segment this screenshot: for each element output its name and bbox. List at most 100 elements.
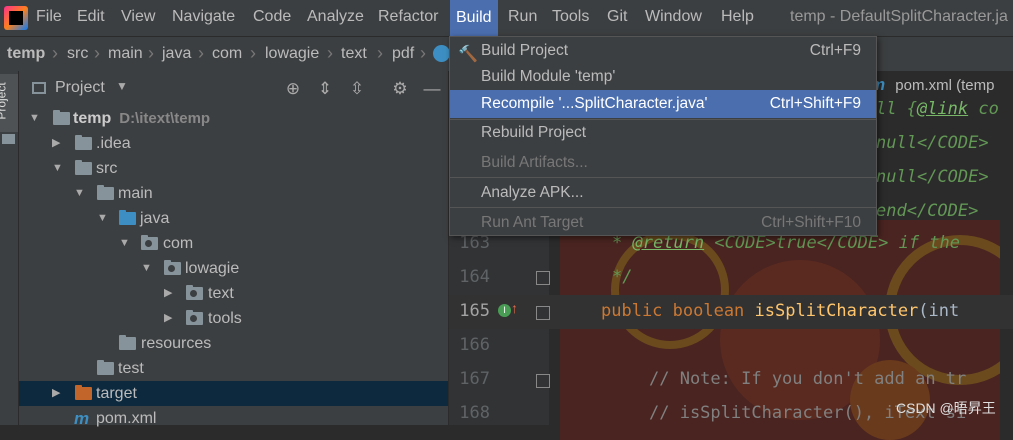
chevron-right-icon[interactable]: ▶ xyxy=(52,381,64,406)
editor-tab-pom[interactable]: m pom.xml (temp xyxy=(870,75,1013,101)
breadcrumb-com[interactable]: com xyxy=(212,45,242,63)
breadcrumb-main[interactable]: main xyxy=(108,45,143,63)
menu-separator xyxy=(450,177,876,178)
code-line-doc: null</CODE> xyxy=(876,133,989,153)
tree-row-main[interactable]: ▼ main xyxy=(19,181,448,206)
menu-item-label: Build Project xyxy=(481,42,569,59)
chevron-down-icon[interactable]: ▼ xyxy=(116,79,128,93)
menu-build[interactable]: Build xyxy=(450,0,498,36)
chevron-right-icon: › xyxy=(377,43,383,63)
line-number: 164 xyxy=(459,267,490,287)
chevron-down-icon[interactable]: ▼ xyxy=(52,156,64,181)
tree-row-test[interactable]: test xyxy=(19,356,448,381)
menu-git[interactable]: Git xyxy=(607,8,627,26)
breadcrumb-pdf[interactable]: pdf xyxy=(392,45,414,63)
locate-icon[interactable]: ⊕ xyxy=(283,79,303,99)
resources-folder-icon xyxy=(119,335,136,350)
code-line-doc: null</CODE> xyxy=(876,167,989,187)
menu-item-build-module[interactable]: Build Module 'temp' xyxy=(450,63,876,91)
folder-icon xyxy=(75,135,92,150)
package-icon xyxy=(141,235,158,250)
tree-label: temp D:\itext\temp xyxy=(73,106,210,131)
breadcrumb-src[interactable]: src xyxy=(67,45,88,63)
tree-row-resources[interactable]: resources xyxy=(19,331,448,356)
breadcrumb-lowagie[interactable]: lowagie xyxy=(265,45,319,63)
folder-icon xyxy=(75,160,92,175)
tree-row-src[interactable]: ▼ src xyxy=(19,156,448,181)
chevron-right-icon[interactable]: ▶ xyxy=(164,281,176,306)
minimize-icon[interactable]: — xyxy=(422,79,442,99)
breadcrumb-java[interactable]: java xyxy=(162,45,191,63)
menu-item-recompile[interactable]: Recompile '...SplitCharacter.java' Ctrl+… xyxy=(450,90,876,118)
package-dot xyxy=(190,290,197,297)
tree-row-temp[interactable]: ▼ temp D:\itext\temp xyxy=(19,106,448,131)
collapse-all-icon[interactable]: ⇳ xyxy=(347,79,367,99)
chevron-down-icon[interactable]: ▼ xyxy=(29,106,41,131)
tree-label: src xyxy=(96,160,118,177)
folder-icon xyxy=(97,185,114,200)
menu-navigate[interactable]: Navigate xyxy=(172,8,235,26)
class-icon xyxy=(433,45,450,62)
chevron-down-icon[interactable]: ▼ xyxy=(141,256,153,281)
breadcrumb-text[interactable]: text xyxy=(341,45,367,63)
chevron-down-icon[interactable]: ▼ xyxy=(119,231,131,256)
tree-row-target[interactable]: ▶ target xyxy=(19,381,448,406)
menu-item-label: Recompile '...SplitCharacter.java' xyxy=(481,95,708,112)
tree-label: .idea xyxy=(96,135,131,152)
code-token: @link xyxy=(916,99,969,119)
code-token: co xyxy=(968,99,999,119)
tree-path: D:\itext\temp xyxy=(119,110,211,127)
tree-row-lowagie[interactable]: ▼ lowagie xyxy=(19,256,448,281)
tree-label: tools xyxy=(208,310,242,327)
tree-label: lowagie xyxy=(185,260,240,277)
menu-file[interactable]: File xyxy=(36,8,62,26)
menu-item-build-project[interactable]: 🔨 Build Project Ctrl+F9 xyxy=(450,37,876,65)
menu-help[interactable]: Help xyxy=(721,8,754,26)
menu-window[interactable]: Window xyxy=(645,8,702,26)
menu-item-analyze-apk[interactable]: Analyze APK... xyxy=(450,179,876,207)
breadcrumb-temp[interactable]: temp xyxy=(7,45,45,63)
gear-icon[interactable]: ⚙ xyxy=(390,79,410,99)
menu-code[interactable]: Code xyxy=(253,8,291,26)
tree-label: target xyxy=(96,385,137,402)
menu-item-shortcut: Ctrl+Shift+F10 xyxy=(761,214,861,231)
arrow-up-icon: ↑ xyxy=(511,300,518,316)
tree-row-idea[interactable]: ▶ .idea xyxy=(19,131,448,156)
menu-item-shortcut: Ctrl+F9 xyxy=(809,42,861,59)
menu-item-label: Build Artifacts... xyxy=(481,154,588,171)
tree-row-com[interactable]: ▼ com xyxy=(19,231,448,256)
tree-label: text xyxy=(208,285,234,302)
chevron-right-icon[interactable]: ▶ xyxy=(52,131,64,156)
menu-item-rebuild-project[interactable]: Rebuild Project xyxy=(450,119,876,147)
project-panel-header: Project ▼ ⊕ ⇕ ⇳ ⚙ — xyxy=(19,71,448,107)
menu-item-label: Run Ant Target xyxy=(481,214,584,231)
implements-icon[interactable]: I xyxy=(498,304,511,317)
project-panel-title[interactable]: Project xyxy=(55,79,105,97)
tree-label: main xyxy=(118,185,153,202)
chevron-down-icon[interactable]: ▼ xyxy=(97,206,109,231)
tree-row-text[interactable]: ▶ text xyxy=(19,281,448,306)
menu-refactor[interactable]: Refactor xyxy=(378,8,438,26)
code-line-comment: // Note: If you don't add an tr xyxy=(649,369,967,389)
fold-icon[interactable] xyxy=(536,271,550,285)
menu-analyze[interactable]: Analyze xyxy=(307,8,364,26)
package-icon xyxy=(186,310,203,325)
line-number: 168 xyxy=(459,403,490,423)
code-token: isSplitCharacter xyxy=(754,301,919,321)
fold-icon[interactable] xyxy=(536,306,550,320)
menu-tools[interactable]: Tools xyxy=(552,8,589,26)
project-tool-tab[interactable]: Project xyxy=(0,74,18,132)
maven-icon: m xyxy=(74,409,90,428)
menu-edit[interactable]: Edit xyxy=(77,8,105,26)
tree-row-tools[interactable]: ▶ tools xyxy=(19,306,448,331)
chevron-right-icon: › xyxy=(250,43,256,63)
tree-row-pom[interactable]: m pom.xml xyxy=(19,406,448,431)
expand-all-icon[interactable]: ⇕ xyxy=(315,79,335,99)
watermark: CSDN @晤昇王 xyxy=(896,400,996,416)
tree-row-java[interactable]: ▼ java xyxy=(19,206,448,231)
chevron-right-icon[interactable]: ▶ xyxy=(164,306,176,331)
menu-view[interactable]: View xyxy=(121,8,155,26)
menu-run[interactable]: Run xyxy=(508,8,537,26)
chevron-down-icon[interactable]: ▼ xyxy=(74,181,86,206)
fold-icon[interactable] xyxy=(536,374,550,388)
